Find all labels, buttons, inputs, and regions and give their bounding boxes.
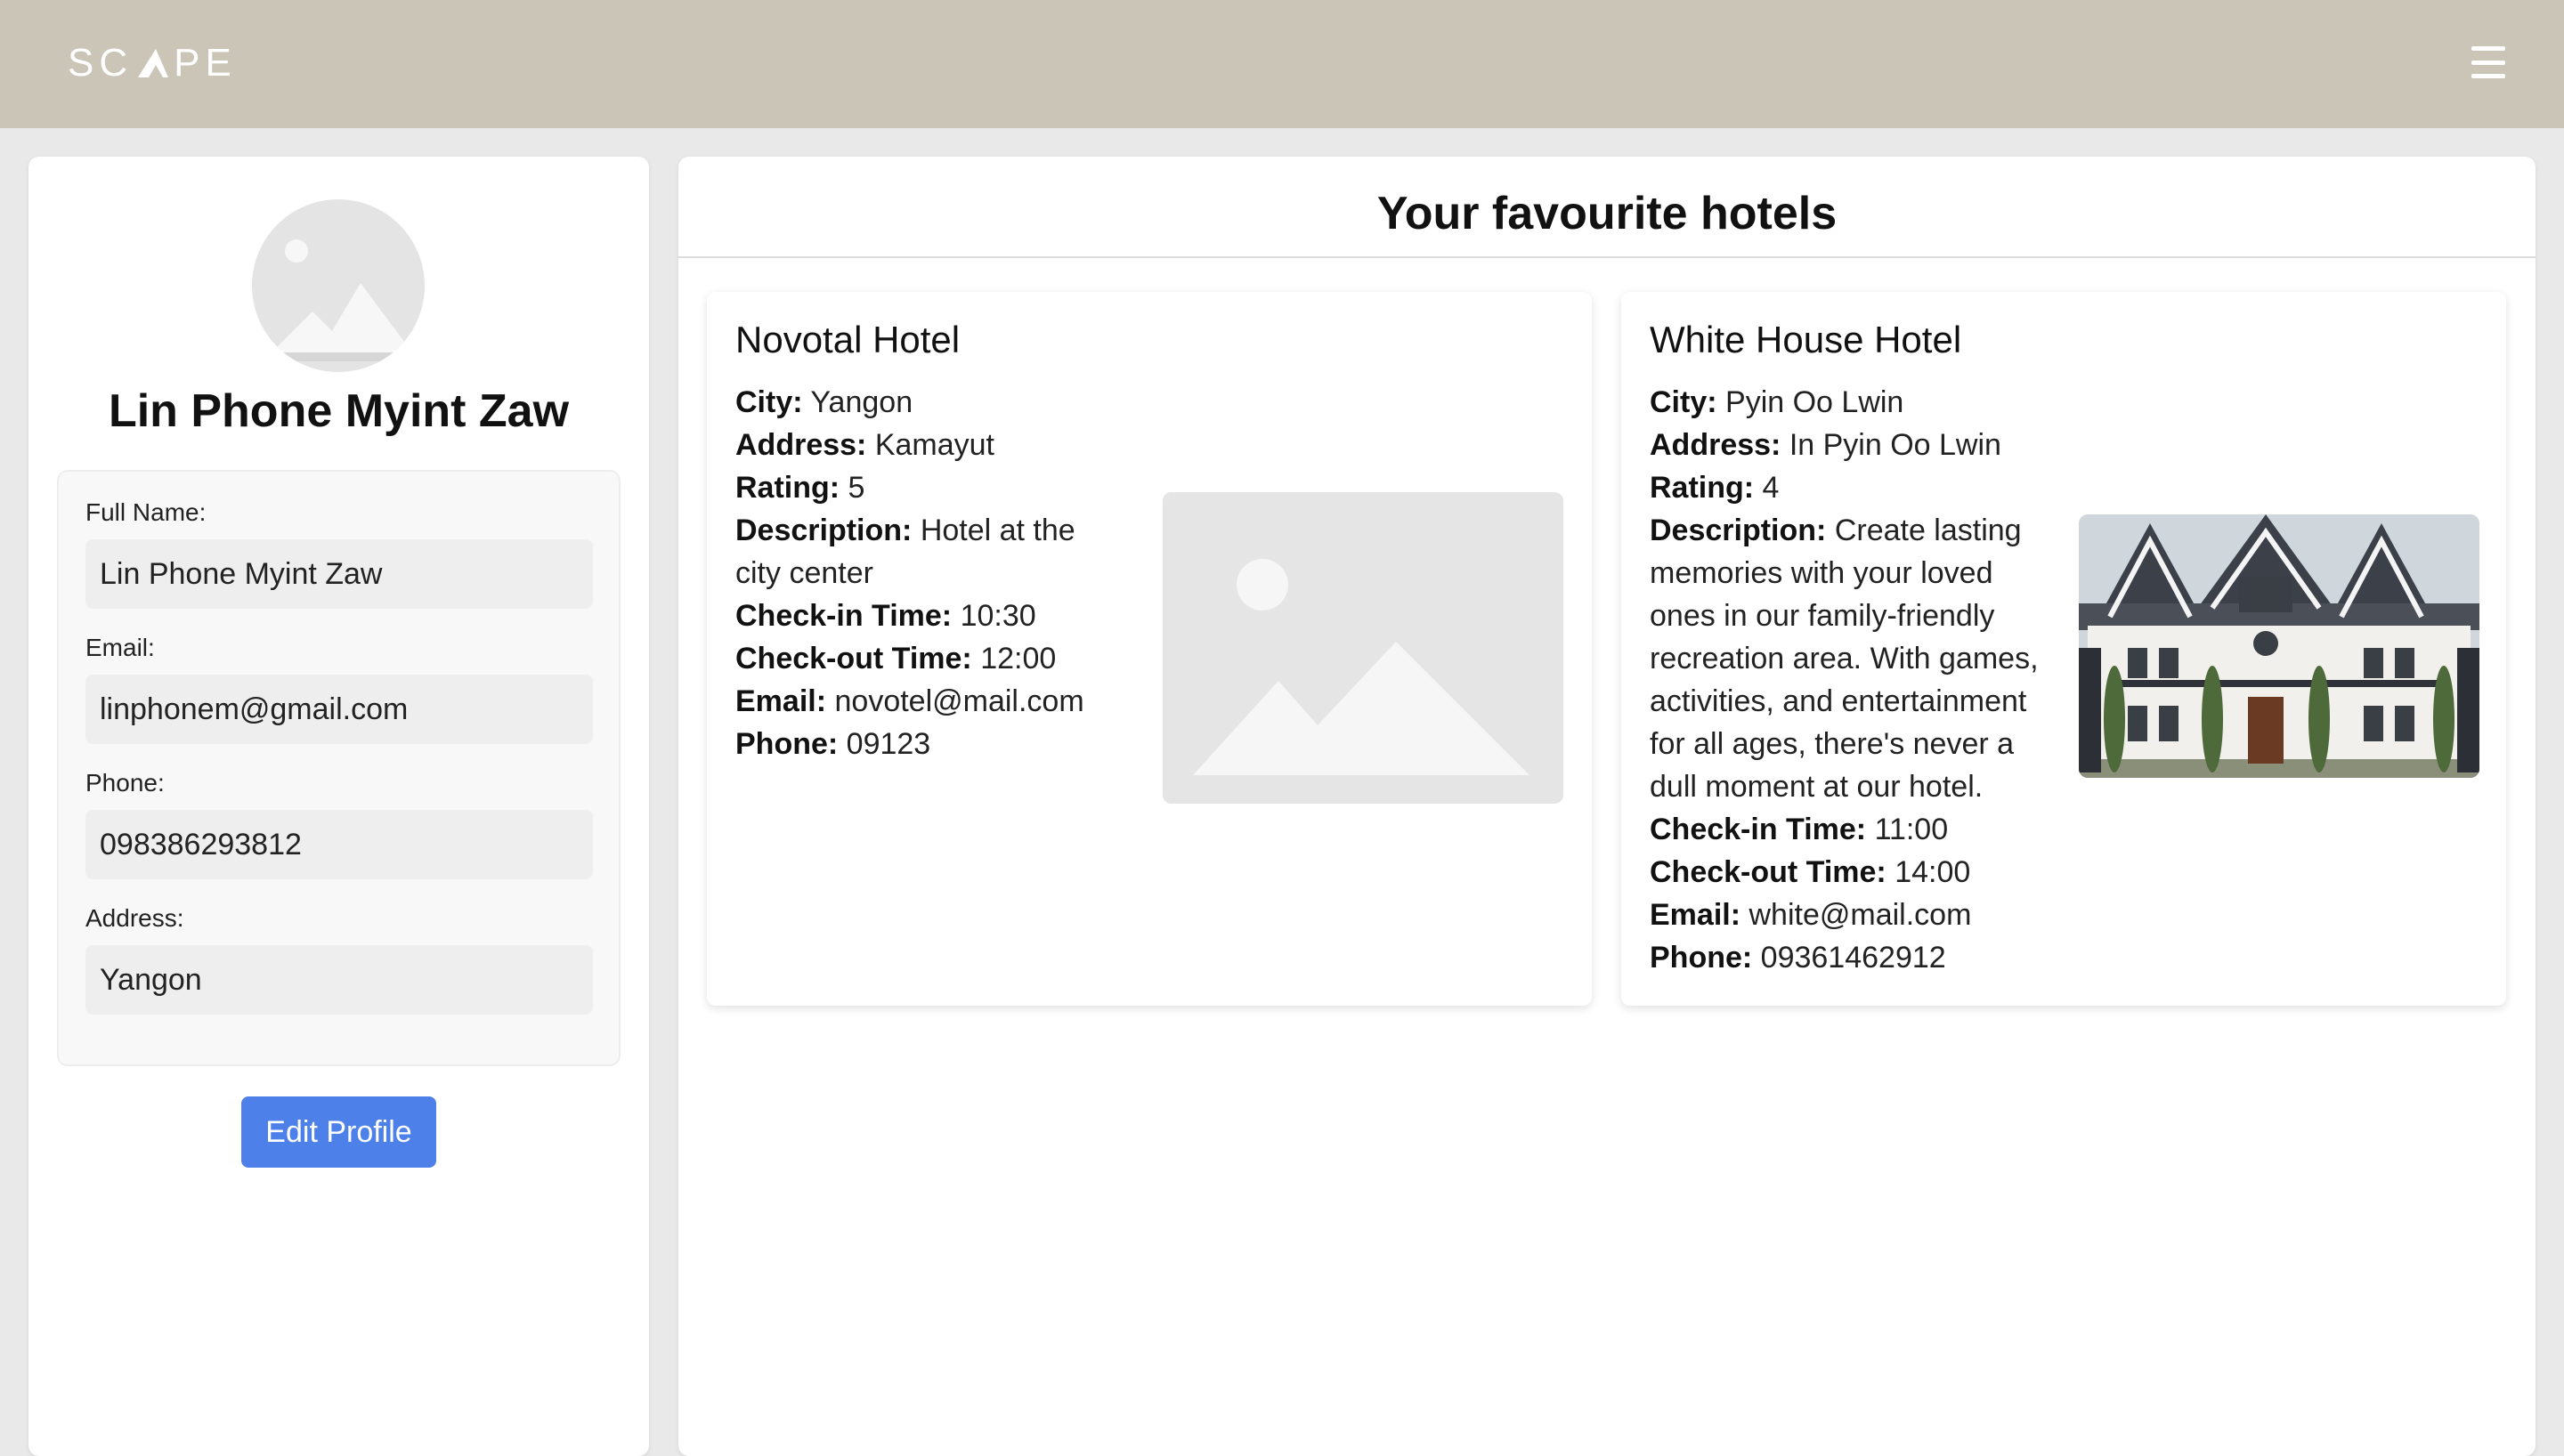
address-label: Address: (85, 904, 184, 932)
hotel-description: Description: Create lasting memories wit… (1650, 514, 2039, 804)
profile-card: Lin Phone Myint Zaw Full Name: Lin Phone… (28, 157, 649, 1456)
edit-profile-button[interactable]: Edit Profile (241, 1096, 436, 1168)
profile-info-box: Full Name: Lin Phone Myint Zaw Email: li… (57, 470, 621, 1066)
address-field[interactable]: Yangon (85, 945, 593, 1015)
hotel-details: City: Yangon Address: Kamayut Rating: 5 … (735, 381, 1127, 765)
logo-text-left: SC (68, 41, 134, 85)
hamburger-menu-icon[interactable] (2471, 46, 2505, 78)
hotel-card[interactable]: Novotal Hotel City: Yangon Address: Kama… (707, 292, 1592, 1006)
hotel-address: Address: Kamayut (735, 428, 995, 462)
email-field[interactable]: linphonem@gmail.com (85, 675, 593, 744)
hotel-checkin: Check-in Time: 10:30 (735, 599, 1036, 633)
hotel-email: Email: white@mail.com (1650, 898, 1972, 932)
image-placeholder-icon (1163, 492, 1563, 804)
hotel-phone: Phone: 09123 (735, 727, 931, 761)
favourite-hotels-panel: Your favourite hotels Novotal Hotel City… (678, 157, 2536, 1456)
hotel-name: Novotal Hotel (735, 319, 961, 360)
hotel-checkout: Check-out Time: 12:00 (735, 642, 1057, 675)
phone-field[interactable]: 098386293812 (85, 810, 593, 879)
hotel-rating: Rating: 5 (735, 471, 865, 505)
hotel-city: City: Yangon (735, 385, 913, 419)
hotel-checkout: Check-out Time: 14:00 (1650, 855, 1971, 889)
top-navbar: SC PE (0, 0, 2564, 128)
favourites-title: Your favourite hotels (1376, 188, 1838, 239)
hotel-email: Email: novotel@mail.com (735, 684, 1084, 718)
email-label: Email: (85, 634, 155, 661)
hotel-name: White House Hotel (1650, 319, 1962, 360)
hotel-details: City: Pyin Oo Lwin Address: In Pyin Oo L… (1650, 381, 2041, 979)
scape-logo[interactable]: SC PE (68, 39, 237, 87)
hotel-photo (2079, 514, 2479, 778)
hotel-description: Description: Hotel at the city center (735, 514, 1075, 590)
phone-label: Phone: (85, 769, 165, 797)
hotel-phone: Phone: 09361462912 (1650, 941, 1946, 975)
full-name-field[interactable]: Lin Phone Myint Zaw (85, 539, 593, 609)
avatar-placeholder-icon (252, 199, 425, 372)
full-name-label: Full Name: (85, 498, 207, 526)
logo-text-right: PE (174, 41, 237, 85)
profile-name: Lin Phone Myint Zaw (108, 385, 570, 437)
hotel-checkin: Check-in Time: 11:00 (1650, 813, 1949, 846)
hotel-rating: Rating: 4 (1650, 471, 1780, 505)
hotel-address: Address: In Pyin Oo Lwin (1650, 428, 2001, 462)
logo-mountain-icon (138, 49, 169, 77)
divider (678, 256, 2536, 258)
hotel-card[interactable]: White House Hotel City: Pyin Oo Lwin Add… (1621, 292, 2506, 1006)
hotel-city: City: Pyin Oo Lwin (1650, 385, 1904, 419)
